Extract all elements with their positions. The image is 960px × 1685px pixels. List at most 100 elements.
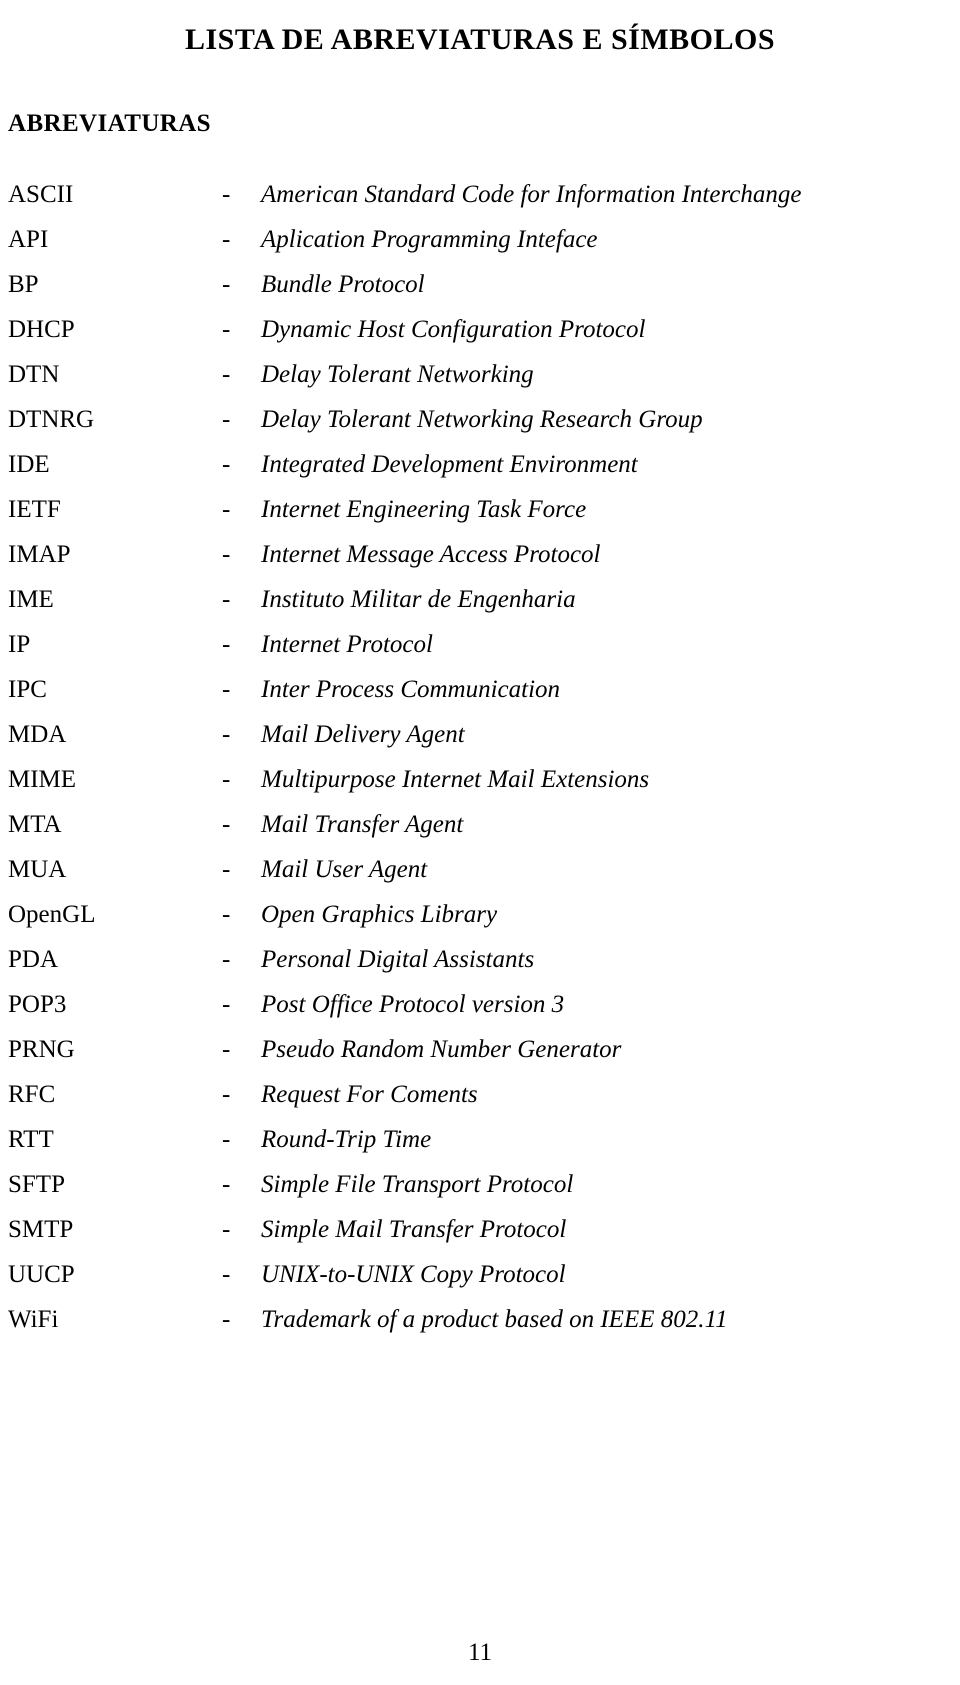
- abbreviation-term: DTNRG: [8, 406, 95, 433]
- abbreviation-term: MDA: [8, 721, 67, 748]
- abbreviation-definition: Internet Engineering Task Force: [261, 496, 587, 523]
- abbreviation-definition: Trademark of a product based on IEEE 802…: [261, 1306, 728, 1333]
- abbreviation-separator: -: [222, 451, 231, 478]
- abbreviation-term: OpenGL: [8, 901, 96, 928]
- abbreviation-row: POP3 - Post Office Protocol version 3: [0, 982, 960, 1027]
- abbreviation-row: RFC - Request For Coments: [0, 1072, 960, 1117]
- abbreviation-term: IP: [8, 631, 31, 658]
- abbreviation-row: IPC - Inter Process Communication: [0, 667, 960, 712]
- abbreviation-definition: Request For Coments: [261, 1081, 478, 1108]
- abbreviation-separator: -: [222, 676, 231, 703]
- abbreviation-separator: -: [222, 946, 231, 973]
- abbreviation-term: BP: [8, 271, 39, 298]
- abbreviation-term: POP3: [8, 991, 67, 1018]
- abbreviation-row: ASCII - American Standard Code for Informa…: [0, 172, 960, 217]
- abbreviation-definition: Aplication Programming Inteface: [261, 226, 598, 253]
- abbreviation-term: PRNG: [8, 1036, 75, 1063]
- abbreviation-row: MTA - Mail Transfer Agent: [0, 802, 960, 847]
- abbreviation-row: SFTP - Simple File Transport Protocol: [0, 1162, 960, 1207]
- abbreviation-definition: Inter Process Communication: [261, 676, 561, 703]
- abbreviation-separator: -: [222, 721, 231, 748]
- abbreviation-term: ASCII: [8, 181, 74, 208]
- abbreviation-definition: Dynamic Host Configuration Protocol: [261, 316, 646, 343]
- abbreviation-definition: Mail User Agent: [261, 856, 428, 883]
- abbreviation-row: DTNRG - Delay Tolerant Networking Research…: [0, 397, 960, 442]
- abbreviation-definition: Post Office Protocol version 3: [261, 991, 565, 1018]
- abbreviation-separator: -: [222, 1126, 231, 1153]
- abbreviation-separator: -: [222, 766, 231, 793]
- abbreviation-term: API: [8, 226, 49, 253]
- abbreviation-row: PRNG - Pseudo Random Number Generator: [0, 1027, 960, 1072]
- abbreviation-term: IDE: [8, 451, 50, 478]
- abbreviation-row: DHCP - Dynamic Host Configuration Protocol: [0, 307, 960, 352]
- document-page: LISTA DE ABREVIATURAS E SÍMBOLOS ABREVIA…: [0, 0, 960, 1685]
- abbreviation-definition: Mail Delivery Agent: [261, 721, 465, 748]
- abbreviation-row: MDA - Mail Delivery Agent: [0, 712, 960, 757]
- abbreviation-row: RTT - Round-Trip Time: [0, 1117, 960, 1162]
- abbreviation-term: PDA: [8, 946, 59, 973]
- abbreviation-row: IMAP - Internet Message Access Protocol: [0, 532, 960, 577]
- abbreviation-row: IP - Internet Protocol: [0, 622, 960, 667]
- abbreviation-term: IMAP: [8, 541, 71, 568]
- abbreviation-definition: Integrated Development Environment: [261, 451, 638, 478]
- abbreviation-term: SMTP: [8, 1216, 74, 1243]
- abbreviation-row: WiFi - Trademark of a product based on IEE…: [0, 1297, 960, 1342]
- abbreviation-term: MIME: [8, 766, 77, 793]
- abbreviation-term: WiFi: [8, 1306, 59, 1333]
- abbreviation-separator: -: [222, 586, 231, 613]
- abbreviation-definition: Delay Tolerant Networking: [261, 361, 534, 388]
- page-number: 11: [467, 1639, 493, 1666]
- abbreviation-row: IME - Instituto Militar de Engenharia: [0, 577, 960, 622]
- abbreviation-separator: -: [222, 1171, 231, 1198]
- abbreviation-definition: Delay Tolerant Networking Research Group: [261, 406, 703, 433]
- abbreviation-separator: -: [222, 1081, 231, 1108]
- page-title: LISTA DE ABREVIATURAS E SÍMBOLOS: [184, 23, 776, 57]
- abbreviation-separator: -: [222, 1036, 231, 1063]
- abbreviation-term: RTT: [8, 1126, 54, 1153]
- abbreviation-row: OpenGL - Open Graphics Library: [0, 892, 960, 937]
- abbreviation-term: MUA: [8, 856, 67, 883]
- abbreviation-term: MTA: [8, 811, 62, 838]
- abbreviation-term: UUCP: [8, 1261, 75, 1288]
- abbreviation-definition: Internet Message Access Protocol: [261, 541, 601, 568]
- abbreviation-separator: -: [222, 226, 231, 253]
- abbreviation-definition: Open Graphics Library: [261, 901, 498, 928]
- abbreviation-term: DTN: [8, 361, 60, 388]
- abbreviation-separator: -: [222, 541, 231, 568]
- abbreviation-separator: -: [222, 271, 231, 298]
- abbreviation-term: RFC: [8, 1081, 56, 1108]
- abbreviation-separator: -: [222, 991, 231, 1018]
- abbreviation-separator: -: [222, 406, 231, 433]
- abbreviation-row: MUA - Mail User Agent: [0, 847, 960, 892]
- abbreviation-separator: -: [222, 181, 231, 208]
- abbreviation-separator: -: [222, 496, 231, 523]
- abbreviation-row: IETF - Internet Engineering Task Force: [0, 487, 960, 532]
- abbreviation-term: DHCP: [8, 316, 75, 343]
- abbreviation-separator: -: [222, 1306, 231, 1333]
- abbreviation-definition: Instituto Militar de Engenharia: [261, 586, 576, 613]
- abbreviation-separator: -: [222, 856, 231, 883]
- abbreviation-separator: -: [222, 316, 231, 343]
- abbreviation-row: MIME - Multipurpose Internet Mail Extensio…: [0, 757, 960, 802]
- abbreviation-separator: -: [222, 1261, 231, 1288]
- abbreviation-term: SFTP: [8, 1171, 65, 1198]
- abbreviation-separator: -: [222, 811, 231, 838]
- section-heading-abreviaturas: ABREVIATURAS: [8, 109, 211, 137]
- abbreviation-definition: Bundle Protocol: [261, 271, 425, 298]
- abbreviation-separator: -: [222, 1216, 231, 1243]
- abbreviation-separator: -: [222, 901, 231, 928]
- abbreviation-row: SMTP - Simple Mail Transfer Protocol: [0, 1207, 960, 1252]
- abbreviation-row: BP - Bundle Protocol: [0, 262, 960, 307]
- abbreviation-definition: Simple File Transport Protocol: [261, 1171, 574, 1198]
- abbreviation-row: DTN - Delay Tolerant Networking: [0, 352, 960, 397]
- abbreviation-row: UUCP - UNIX-to-UNIX Copy Protocol: [0, 1252, 960, 1297]
- abbreviation-list: ASCII - American Standard Code for Informa…: [0, 172, 960, 1342]
- abbreviation-definition: Pseudo Random Number Generator: [261, 1036, 622, 1063]
- abbreviation-definition: Personal Digital Assistants: [261, 946, 535, 973]
- abbreviation-row: API - Aplication Programming Inteface: [0, 217, 960, 262]
- abbreviation-separator: -: [222, 631, 231, 658]
- abbreviation-definition: Multipurpose Internet Mail Extensions: [261, 766, 650, 793]
- abbreviation-term: IETF: [8, 496, 61, 523]
- abbreviation-definition: American Standard Code for Information I…: [261, 181, 802, 208]
- abbreviation-definition: Simple Mail Transfer Protocol: [261, 1216, 567, 1243]
